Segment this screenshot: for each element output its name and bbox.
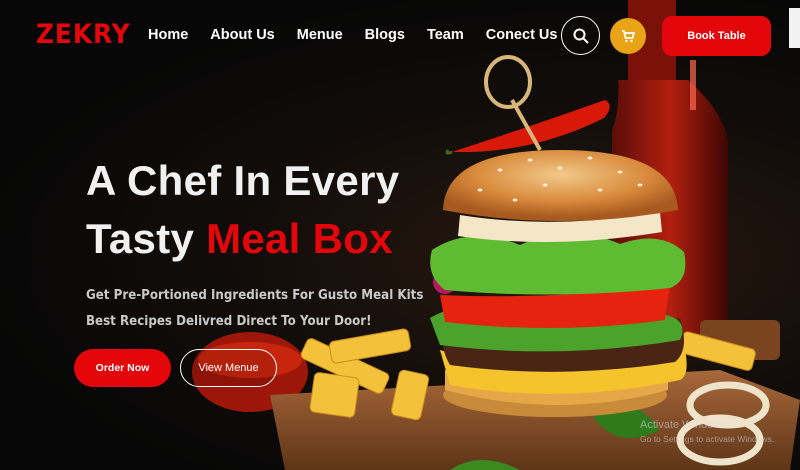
- watermark-title: Activate Windows: [640, 419, 727, 431]
- nav-item-home[interactable]: Home: [148, 27, 188, 43]
- nav-item-about-us[interactable]: About Us: [210, 27, 274, 43]
- view-menue-button[interactable]: View Menue: [180, 349, 277, 387]
- nav-item-team[interactable]: Team: [427, 27, 464, 43]
- brand-logo[interactable]: ZEKRY: [36, 19, 131, 50]
- watermark-subtitle: Go to Settings to activate Windows.: [640, 434, 775, 444]
- cart-button[interactable]: [610, 18, 646, 54]
- subtext-line-2: Best Recipes Delivred Direct To Your Doo…: [86, 313, 372, 329]
- cart-icon: [622, 30, 635, 43]
- subtext-line-1: Get Pre-Portioned Ingredients For Gusto …: [86, 287, 424, 303]
- headline-accent: Meal Box: [206, 215, 393, 262]
- nav-item-blogs[interactable]: Blogs: [365, 27, 405, 43]
- headline-line-2: Tasty Meal Box: [86, 210, 399, 268]
- headline-plain: Tasty: [86, 215, 207, 262]
- nav-item-menue[interactable]: Menue: [297, 27, 343, 43]
- hero-subtext: Get Pre-Portioned Ingredients For Gusto …: [86, 282, 423, 334]
- activate-windows-watermark: Activate Windows Go to Settings to activ…: [640, 418, 774, 446]
- book-table-button[interactable]: Book Table: [662, 16, 771, 56]
- hero-headline: A Chef In Every Tasty Meal Box: [86, 152, 399, 268]
- nav-item-conect-us[interactable]: Conect Us: [486, 27, 558, 43]
- burger: [430, 150, 687, 417]
- search-button[interactable]: [561, 16, 600, 55]
- scroll-edge: [789, 8, 800, 48]
- order-now-button[interactable]: Order Now: [74, 349, 171, 387]
- headline-line-1: A Chef In Every: [86, 157, 400, 204]
- main-nav: Home About Us Menue Blogs Team Conect Us: [148, 27, 579, 43]
- search-icon: [573, 28, 588, 43]
